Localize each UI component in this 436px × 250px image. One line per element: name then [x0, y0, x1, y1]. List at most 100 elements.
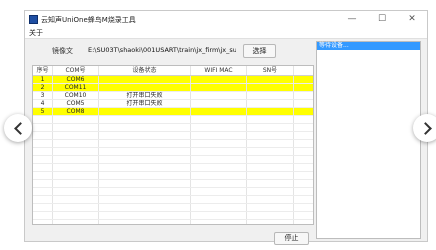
cell-index: 4	[33, 100, 53, 107]
cell-wifi-mac	[191, 108, 247, 115]
empty-cell	[191, 212, 247, 219]
empty-cell	[247, 196, 294, 203]
table-row[interactable]: 4 COM5 打开串口失败	[33, 100, 313, 108]
empty-cell	[191, 140, 247, 147]
empty-cell	[247, 204, 294, 211]
empty-table-row	[33, 124, 313, 132]
maximize-button[interactable]: ☐	[367, 11, 397, 28]
empty-cell	[294, 148, 313, 155]
empty-table-row	[33, 164, 313, 172]
cell-sn	[247, 92, 294, 99]
empty-cell	[33, 156, 53, 163]
empty-cell	[99, 164, 191, 171]
empty-cell	[191, 148, 247, 155]
cell-status: 打开串口失败	[99, 92, 191, 99]
empty-cell	[33, 132, 53, 139]
cell-sn	[247, 76, 294, 83]
empty-cell	[99, 220, 191, 224]
cell-filler	[294, 92, 313, 99]
empty-cell	[53, 132, 99, 139]
cell-wifi-mac	[191, 92, 247, 99]
empty-cell	[53, 116, 99, 123]
table-row[interactable]: 3 COM10 打开串口失败	[33, 92, 313, 100]
empty-cell	[247, 164, 294, 171]
firmware-path-field[interactable]: E:\SU03T\shaoki\001USART\train\jx_firm\j…	[88, 44, 236, 56]
column-header-wifi-mac[interactable]: WIFI MAC	[191, 66, 247, 75]
column-header-index[interactable]: 序号	[33, 66, 53, 75]
cell-status	[99, 76, 191, 83]
cell-com: COM6	[53, 76, 99, 83]
select-firmware-button[interactable]: 选择	[243, 44, 276, 58]
cell-com: COM10	[53, 92, 99, 99]
empty-cell	[53, 196, 99, 203]
empty-cell	[53, 172, 99, 179]
cell-index: 1	[33, 76, 53, 83]
empty-cell	[99, 188, 191, 195]
cell-wifi-mac	[191, 84, 247, 91]
empty-cell	[191, 172, 247, 179]
empty-cell	[53, 204, 99, 211]
empty-cell	[191, 116, 247, 123]
previous-image-button[interactable]	[4, 114, 32, 142]
cell-status: 打开串口失败	[99, 100, 191, 107]
empty-table-row	[33, 196, 313, 204]
empty-table-row	[33, 180, 313, 188]
empty-cell	[294, 140, 313, 147]
empty-cell	[247, 188, 294, 195]
empty-table-row	[33, 212, 313, 220]
next-image-button[interactable]	[413, 114, 436, 142]
empty-cell	[99, 180, 191, 187]
chevron-right-icon	[418, 121, 432, 135]
menu-item-about[interactable]: 关于	[29, 29, 43, 37]
cell-com: COM5	[53, 100, 99, 107]
table-row[interactable]: 2 COM11	[33, 84, 313, 92]
empty-cell	[99, 124, 191, 131]
table-row[interactable]: 1 COM6	[33, 76, 313, 84]
menu-bar: 关于	[25, 28, 427, 39]
log-panel[interactable]: 等待设备...	[316, 41, 421, 239]
empty-cell	[294, 172, 313, 179]
empty-cell	[191, 196, 247, 203]
column-header-filler	[294, 66, 313, 75]
empty-cell	[294, 180, 313, 187]
column-header-sn[interactable]: SN号	[247, 66, 294, 75]
empty-cell	[294, 116, 313, 123]
title-bar: 云知声UniOne蜂鸟M烧录工具 — ☐ ✕	[25, 11, 427, 28]
table-body: 1 COM6 2 COM11 3 COM10 打开串口失败 4 COM5 打开串口失败 5 COM8	[33, 76, 313, 224]
empty-table-row	[33, 220, 313, 224]
cell-filler	[294, 76, 313, 83]
empty-cell	[191, 164, 247, 171]
empty-cell	[33, 124, 53, 131]
table-row[interactable]: 5 COM8	[33, 108, 313, 116]
cell-wifi-mac	[191, 76, 247, 83]
empty-cell	[99, 156, 191, 163]
empty-table-row	[33, 140, 313, 148]
close-button[interactable]: ✕	[397, 11, 427, 28]
cell-index: 2	[33, 84, 53, 91]
empty-cell	[247, 140, 294, 147]
empty-cell	[33, 116, 53, 123]
empty-cell	[247, 148, 294, 155]
empty-table-row	[33, 156, 313, 164]
cell-filler	[294, 108, 313, 115]
app-icon	[29, 15, 38, 24]
app-window: 云知声UniOne蜂鸟M烧录工具 — ☐ ✕ 关于 镜像文 E:\SU03T\s…	[24, 10, 428, 245]
empty-cell	[191, 180, 247, 187]
empty-table-row	[33, 116, 313, 124]
empty-cell	[53, 188, 99, 195]
empty-cell	[191, 132, 247, 139]
cell-sn	[247, 108, 294, 115]
log-line[interactable]: 等待设备...	[317, 42, 420, 50]
stop-button[interactable]: 停止	[274, 232, 309, 245]
column-header-status[interactable]: 设备状态	[99, 66, 191, 75]
minimize-button[interactable]: —	[337, 11, 367, 28]
empty-cell	[99, 116, 191, 123]
empty-cell	[294, 220, 313, 224]
column-header-com[interactable]: COM号	[53, 66, 99, 75]
empty-cell	[99, 132, 191, 139]
chevron-left-icon	[13, 121, 27, 135]
empty-table-row	[33, 188, 313, 196]
firmware-label: 镜像文	[52, 47, 73, 55]
empty-cell	[99, 172, 191, 179]
empty-cell	[247, 212, 294, 219]
